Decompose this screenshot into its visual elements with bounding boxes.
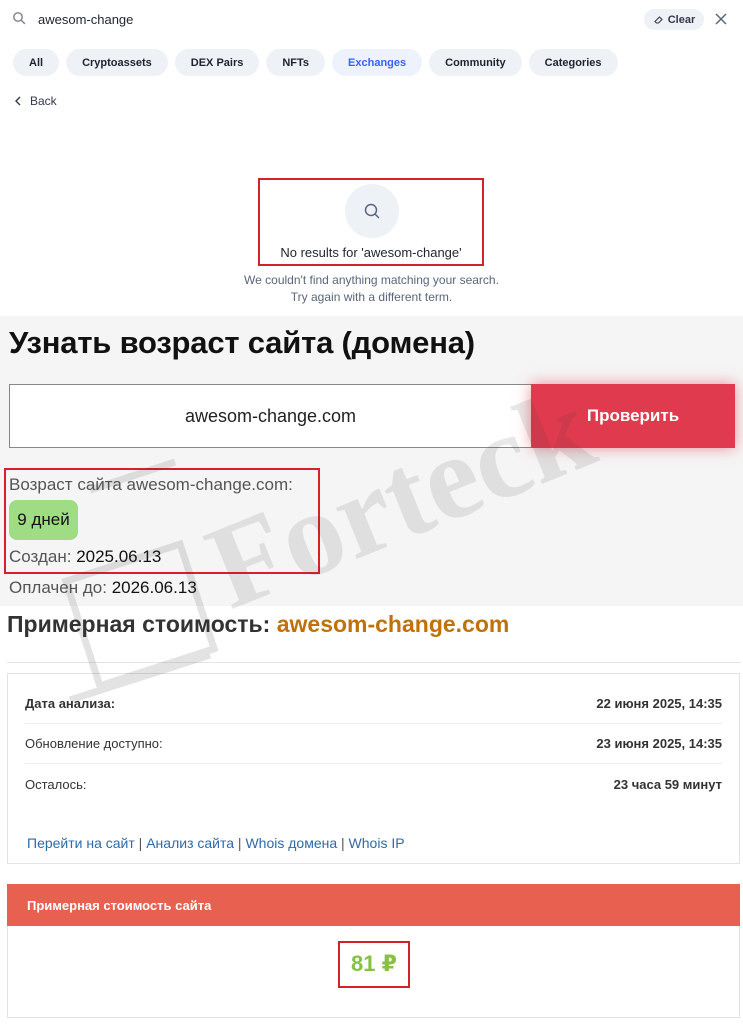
price-value: 81 ₽ bbox=[351, 951, 397, 976]
estimate-domain: awesom-change.com bbox=[276, 611, 510, 637]
clear-button[interactable]: Clear bbox=[644, 9, 704, 30]
info-row-label: Обновление доступно: bbox=[25, 736, 163, 751]
no-results-hint: We couldn't find anything matching your … bbox=[200, 272, 543, 306]
info-row-label: Осталось: bbox=[25, 776, 87, 792]
filter-chip-exchanges[interactable]: Exchanges bbox=[332, 49, 423, 76]
divider bbox=[7, 662, 741, 663]
price-header: Примерная стоимость сайта bbox=[7, 884, 740, 926]
no-results-line-1: We couldn't find anything matching your … bbox=[244, 273, 499, 287]
eraser-icon bbox=[653, 16, 663, 24]
link-whois-domain[interactable]: Whois домена bbox=[245, 835, 337, 851]
filter-chip-community[interactable]: Community bbox=[429, 49, 522, 76]
filter-chip-categories[interactable]: Categories bbox=[528, 49, 618, 76]
search-icon bbox=[364, 203, 380, 219]
filter-chips: All Cryptoassets DEX Pairs NFTs Exchange… bbox=[13, 49, 618, 76]
search-input[interactable] bbox=[38, 10, 598, 28]
site-links: Перейти на сайт | Анализ сайта | Whois д… bbox=[27, 835, 405, 851]
filter-chip-dex-pairs[interactable]: DEX Pairs bbox=[174, 49, 260, 76]
info-row: Дата анализа: 22 июня 2025, 14:35 bbox=[25, 684, 722, 724]
paid-value: 2026.06.13 bbox=[111, 578, 197, 597]
estimate-title-prefix: Примерная стоимость: bbox=[7, 611, 271, 637]
paid-until: Оплачен до: 2026.06.13 bbox=[9, 578, 197, 598]
created-value: 2025.06.13 bbox=[76, 547, 162, 566]
link-site-analysis[interactable]: Анализ сайта bbox=[146, 835, 234, 851]
info-row: Обновление доступно: 23 июня 2025, 14:35 bbox=[25, 724, 722, 764]
filter-chip-nfts[interactable]: NFTs bbox=[266, 49, 326, 76]
info-row-value: 22 июня 2025, 14:35 bbox=[596, 696, 722, 711]
back-link[interactable]: Back bbox=[14, 94, 57, 108]
created-label: Создан: bbox=[9, 547, 72, 566]
age-badge: 9 дней bbox=[9, 500, 78, 540]
filter-chip-all[interactable]: All bbox=[13, 49, 60, 76]
close-icon bbox=[715, 13, 727, 25]
domain-age-title: Узнать возраст сайта (домена) bbox=[9, 325, 475, 360]
info-row-value: 23 июня 2025, 14:35 bbox=[596, 736, 722, 751]
info-row: Осталось: 23 часа 59 минут bbox=[25, 764, 722, 804]
clear-label: Clear bbox=[667, 13, 696, 26]
estimate-title: Примерная стоимость: awesom-change.com bbox=[7, 611, 509, 638]
no-results-line-2: Try again with a different term. bbox=[290, 290, 453, 304]
age-label: Возраст сайта awesom-change.com: bbox=[9, 475, 293, 494]
chevron-left-icon bbox=[15, 96, 21, 106]
filter-chip-cryptoassets[interactable]: Cryptoassets bbox=[66, 49, 168, 76]
paid-label: Оплачен до: bbox=[9, 578, 107, 597]
search-icon bbox=[13, 12, 26, 25]
link-whois-ip[interactable]: Whois IP bbox=[349, 835, 405, 851]
info-row-label: Дата анализа: bbox=[25, 696, 116, 711]
domain-input[interactable] bbox=[9, 384, 532, 448]
empty-state-icon bbox=[345, 184, 399, 238]
info-row-value: 23 часа 59 минут bbox=[613, 776, 722, 792]
search-bar: Clear bbox=[0, 0, 743, 38]
close-button[interactable] bbox=[712, 10, 730, 28]
created-date: Создан: 2025.06.13 bbox=[9, 547, 161, 567]
link-visit-site[interactable]: Перейти на сайт bbox=[27, 835, 135, 851]
back-label: Back bbox=[30, 94, 57, 108]
no-results-title: No results for 'awesom-change' bbox=[280, 245, 462, 260]
check-button[interactable]: Проверить bbox=[531, 384, 735, 448]
